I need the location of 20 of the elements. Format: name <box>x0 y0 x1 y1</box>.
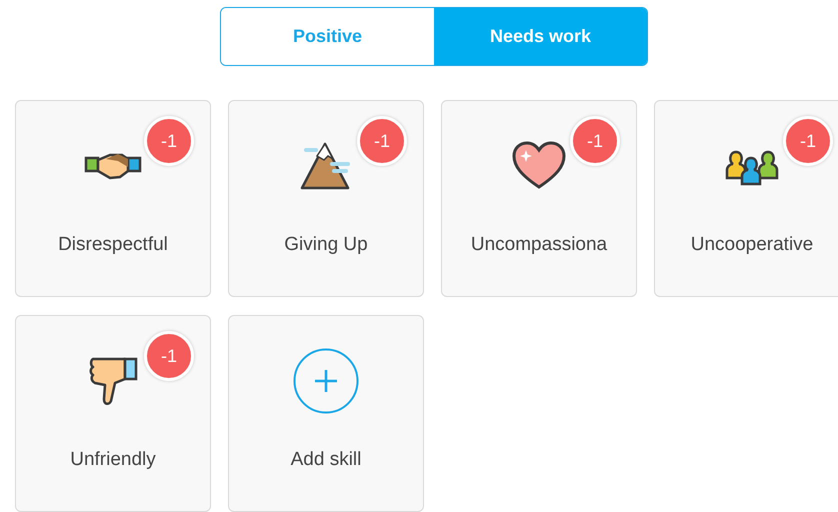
points-badge: -1 <box>783 116 833 166</box>
plus-icon <box>293 348 359 414</box>
skill-card[interactable]: Unfriendly -1 <box>15 315 211 512</box>
skill-card[interactable]: Giving Up -1 <box>228 100 424 297</box>
skill-label: Unfriendly <box>70 449 156 471</box>
heart-icon <box>511 141 567 191</box>
points-badge: -1 <box>144 331 194 381</box>
add-skill-label: Add skill <box>290 449 362 471</box>
skill-card[interactable]: Disrespectful -1 <box>15 100 211 297</box>
points-badge: -1 <box>570 116 620 166</box>
skill-label: Uncooperative <box>690 234 814 256</box>
add-skill-card[interactable]: Add skill <box>228 315 424 512</box>
skill-label: Disrespectful <box>58 234 168 256</box>
skill-card[interactable]: Uncompassiona -1 <box>441 100 637 297</box>
points-badge: -1 <box>144 116 194 166</box>
skill-label: Giving Up <box>284 234 368 256</box>
skill-card[interactable]: Uncooperative -1 <box>654 100 838 297</box>
skill-label: Uncompassiona <box>470 234 608 256</box>
points-badge: -1 <box>357 116 407 166</box>
handshake-icon <box>84 151 142 181</box>
